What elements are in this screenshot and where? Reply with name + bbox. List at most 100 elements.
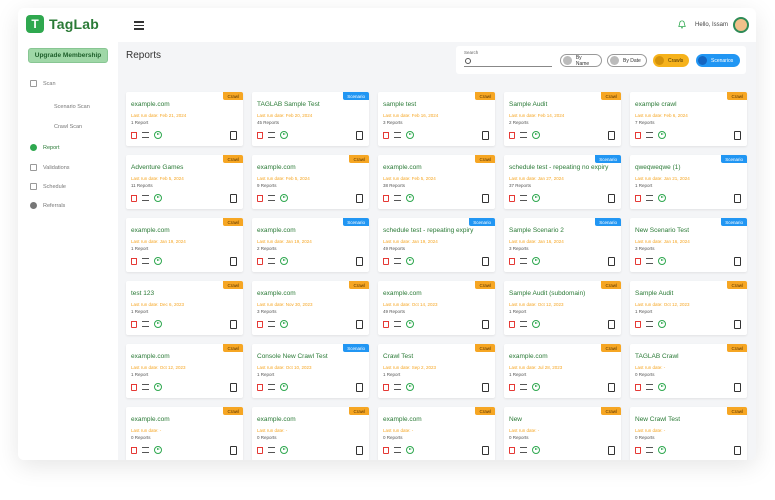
document-icon[interactable]	[230, 257, 237, 266]
play-icon[interactable]	[154, 320, 162, 328]
edit-list-icon[interactable]	[646, 447, 653, 453]
avatar[interactable]	[733, 17, 749, 33]
document-icon[interactable]	[356, 320, 363, 329]
edit-list-icon[interactable]	[268, 258, 275, 264]
sort-by-date-toggle[interactable]: By Date	[607, 54, 647, 67]
document-icon[interactable]	[734, 320, 741, 329]
play-icon[interactable]	[658, 320, 666, 328]
edit-list-icon[interactable]	[268, 195, 275, 201]
document-icon[interactable]	[482, 383, 489, 392]
report-title[interactable]: example.com	[131, 101, 170, 108]
report-card[interactable]: Crawl sample test Last run date: Feb 16, 2…	[378, 92, 495, 146]
play-icon[interactable]	[532, 131, 540, 139]
edit-list-icon[interactable]	[520, 195, 527, 201]
report-title[interactable]: schedule test - repeating no expiry	[509, 164, 608, 171]
edit-list-icon[interactable]	[394, 384, 401, 390]
menu-toggle-icon[interactable]	[134, 21, 144, 32]
report-title[interactable]: Adventure Games	[131, 164, 183, 171]
edit-list-icon[interactable]	[394, 258, 401, 264]
document-icon[interactable]	[482, 446, 489, 455]
trash-icon[interactable]	[509, 194, 515, 202]
play-icon[interactable]	[658, 257, 666, 265]
edit-list-icon[interactable]	[268, 384, 275, 390]
sidebar-item-report[interactable]: Report	[30, 144, 60, 151]
trash-icon[interactable]	[509, 320, 515, 328]
trash-icon[interactable]	[383, 194, 389, 202]
trash-icon[interactable]	[257, 131, 263, 139]
report-card[interactable]: Scenario qweqweqwe (1) Last run date: Jan …	[630, 155, 747, 209]
play-icon[interactable]	[532, 194, 540, 202]
report-card[interactable]: Scenario Sample Scenario 2 Last run date: …	[504, 218, 621, 272]
play-icon[interactable]	[406, 131, 414, 139]
trash-icon[interactable]	[383, 446, 389, 454]
report-title[interactable]: test 123	[131, 290, 154, 297]
report-card[interactable]: Crawl Adventure Games Last run date: Feb 5…	[126, 155, 243, 209]
report-card[interactable]: Scenario schedule test - repeating expiry…	[378, 218, 495, 272]
document-icon[interactable]	[608, 446, 615, 455]
report-card[interactable]: Crawl test 123 Last run date: Dec 6, 2023 1…	[126, 281, 243, 335]
edit-list-icon[interactable]	[142, 132, 149, 138]
trash-icon[interactable]	[131, 320, 137, 328]
edit-list-icon[interactable]	[394, 447, 401, 453]
document-icon[interactable]	[356, 383, 363, 392]
play-icon[interactable]	[406, 383, 414, 391]
trash-icon[interactable]	[635, 446, 641, 454]
report-card[interactable]: Crawl Sample Audit (subdomain) Last run da…	[504, 281, 621, 335]
trash-icon[interactable]	[257, 194, 263, 202]
play-icon[interactable]	[280, 383, 288, 391]
trash-icon[interactable]	[131, 131, 137, 139]
play-icon[interactable]	[406, 446, 414, 454]
play-icon[interactable]	[658, 446, 666, 454]
document-icon[interactable]	[608, 257, 615, 266]
logo[interactable]: T TagLab	[26, 15, 99, 33]
document-icon[interactable]	[734, 446, 741, 455]
report-title[interactable]: example.com	[257, 164, 296, 171]
trash-icon[interactable]	[383, 320, 389, 328]
play-icon[interactable]	[280, 320, 288, 328]
report-card[interactable]: Crawl example.com Last run date: Oct 14, 2…	[378, 281, 495, 335]
report-title[interactable]: Sample Audit (subdomain)	[509, 290, 585, 297]
document-icon[interactable]	[734, 194, 741, 203]
play-icon[interactable]	[154, 446, 162, 454]
report-title[interactable]: example.com	[257, 290, 296, 297]
trash-icon[interactable]	[509, 257, 515, 265]
sidebar-item-validations[interactable]: Validations	[30, 164, 70, 171]
report-title[interactable]: TAGLAB Sample Test	[257, 101, 320, 108]
edit-list-icon[interactable]	[268, 132, 275, 138]
report-title[interactable]: Sample Audit	[635, 290, 673, 297]
report-title[interactable]: example.com	[509, 353, 548, 360]
trash-icon[interactable]	[131, 446, 137, 454]
edit-list-icon[interactable]	[142, 258, 149, 264]
report-card[interactable]: Crawl example.com Last run date: Jul 28, 2…	[504, 344, 621, 398]
report-title[interactable]: Console New Crawl Test	[257, 353, 328, 360]
trash-icon[interactable]	[509, 446, 515, 454]
report-title[interactable]: example.com	[383, 416, 422, 423]
report-card[interactable]: Crawl example.com Last run date: Jan 19, 2…	[126, 218, 243, 272]
report-title[interactable]: TAGLAB Crawl	[635, 353, 679, 360]
report-title[interactable]: Sample Scenario 2	[509, 227, 564, 234]
play-icon[interactable]	[154, 383, 162, 391]
report-card[interactable]: Scenario Console New Crawl Test Last run d…	[252, 344, 369, 398]
document-icon[interactable]	[608, 383, 615, 392]
edit-list-icon[interactable]	[646, 258, 653, 264]
document-icon[interactable]	[608, 194, 615, 203]
report-title[interactable]: sample test	[383, 101, 416, 108]
trash-icon[interactable]	[257, 257, 263, 265]
trash-icon[interactable]	[509, 131, 515, 139]
sidebar-item-crawl-scan[interactable]: Crawl Scan	[54, 124, 82, 130]
report-card[interactable]: Scenario TAGLAB Sample Test Last run date:…	[252, 92, 369, 146]
report-title[interactable]: example.com	[131, 416, 170, 423]
sort-by-name-toggle[interactable]: By Name	[560, 54, 602, 67]
report-card[interactable]: Crawl example.com Last run date: Feb 21, 2…	[126, 92, 243, 146]
document-icon[interactable]	[482, 194, 489, 203]
report-card[interactable]: Scenario example.com Last run date: Jan 19…	[252, 218, 369, 272]
sidebar-item-scenario-scan[interactable]: Scenario Scan	[54, 104, 90, 110]
report-card[interactable]: Crawl example crawl Last run date: Feb 6, …	[630, 92, 747, 146]
play-icon[interactable]	[532, 257, 540, 265]
report-card[interactable]: Scenario New Scenario Test Last run date: …	[630, 218, 747, 272]
document-icon[interactable]	[230, 446, 237, 455]
report-card[interactable]: Crawl example.com Last run date: Oct 12, 2…	[126, 344, 243, 398]
trash-icon[interactable]	[635, 257, 641, 265]
scenarios-filter-toggle[interactable]: Scenarios	[696, 54, 740, 67]
report-title[interactable]: example.com	[383, 164, 422, 171]
